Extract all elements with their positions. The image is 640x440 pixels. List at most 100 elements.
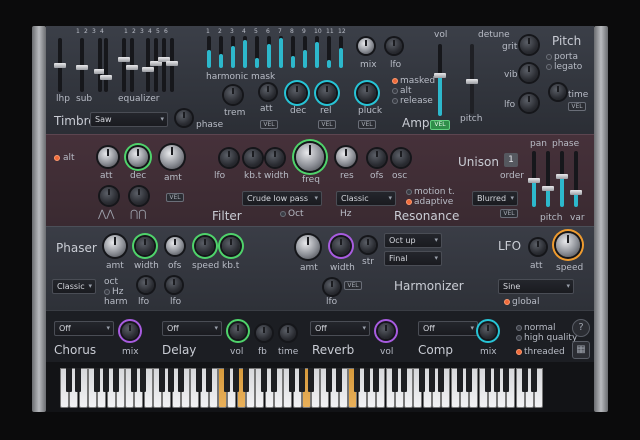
piano-black-key[interactable] bbox=[326, 368, 333, 392]
harmonic-mask-slider[interactable] bbox=[267, 36, 271, 68]
phaser-kbt-knob[interactable] bbox=[222, 237, 240, 255]
settings-icon[interactable]: ▦ bbox=[572, 341, 590, 359]
piano-black-key[interactable] bbox=[372, 368, 379, 392]
piano-black-key[interactable] bbox=[493, 368, 500, 392]
piano-black-key[interactable] bbox=[270, 368, 277, 392]
order-value[interactable]: 1 bbox=[504, 153, 518, 167]
phaser-speed-knob[interactable] bbox=[196, 237, 214, 255]
slider-thumb[interactable] bbox=[76, 65, 88, 70]
phaser-mode-select[interactable]: Classic ▾ bbox=[52, 279, 96, 294]
slider-thumb[interactable] bbox=[166, 61, 178, 66]
piano-black-key[interactable] bbox=[456, 368, 463, 392]
harmonic-mask-slider[interactable] bbox=[231, 36, 235, 68]
filter-ofs-knob[interactable] bbox=[368, 149, 386, 167]
piano-black-key[interactable] bbox=[242, 368, 249, 392]
timbre-band-slider[interactable] bbox=[100, 38, 112, 92]
piano-black-key[interactable] bbox=[465, 368, 472, 392]
motion-toggle[interactable] bbox=[406, 189, 412, 195]
reverb-select[interactable]: Off ▾ bbox=[310, 321, 370, 336]
vol-slider[interactable] bbox=[434, 44, 446, 116]
phaser-lfo-knob-2[interactable] bbox=[166, 277, 182, 293]
pitch-vel-button[interactable]: VEL bbox=[568, 102, 586, 111]
amp-rel-knob[interactable] bbox=[318, 84, 336, 102]
harmonizer-amt-knob[interactable] bbox=[296, 235, 320, 259]
normal-toggle[interactable] bbox=[516, 325, 522, 331]
slider-thumb[interactable] bbox=[142, 67, 154, 72]
phaser-amt-knob[interactable] bbox=[104, 235, 126, 257]
phaser-hz-toggle[interactable] bbox=[104, 289, 110, 295]
freq-knob[interactable] bbox=[296, 143, 324, 171]
pitch-lfo-knob[interactable] bbox=[520, 94, 538, 112]
harmonic-mask-slider[interactable] bbox=[303, 36, 307, 68]
harmonizer-lfo-knob[interactable] bbox=[324, 279, 340, 295]
time-knob[interactable] bbox=[550, 84, 566, 100]
harmonizer-mode-select[interactable]: Final ▾ bbox=[384, 251, 442, 266]
timbre-band-slider[interactable] bbox=[150, 38, 162, 92]
oct-toggle[interactable] bbox=[280, 211, 286, 217]
lfo-att-knob[interactable] bbox=[530, 239, 546, 255]
comp-mix-knob[interactable] bbox=[480, 323, 496, 339]
piano-black-key[interactable] bbox=[131, 368, 138, 392]
piano-black-key[interactable] bbox=[224, 368, 231, 392]
trem-knob[interactable] bbox=[224, 86, 242, 104]
piano-black-key[interactable] bbox=[307, 368, 314, 392]
amp-vel-button[interactable]: VEL bbox=[430, 120, 450, 130]
filter-att-knob[interactable] bbox=[98, 147, 118, 167]
timbre-lfo-knob[interactable] bbox=[386, 38, 402, 54]
harmonizer-interval-select[interactable]: Oct up ▾ bbox=[384, 233, 442, 248]
piano-black-key[interactable] bbox=[66, 368, 72, 392]
piano-black-key[interactable] bbox=[428, 368, 435, 392]
harmonizer-width-knob[interactable] bbox=[332, 237, 350, 255]
harmonic-mask-slider[interactable] bbox=[315, 36, 319, 68]
masked-toggle[interactable] bbox=[392, 78, 398, 84]
piano-black-key[interactable] bbox=[205, 368, 212, 392]
threaded-toggle[interactable] bbox=[516, 349, 522, 355]
harmonic-mask-slider[interactable] bbox=[291, 36, 295, 68]
timbre-wave-select[interactable]: Saw ▾ bbox=[90, 112, 168, 127]
piano-black-key[interactable] bbox=[289, 368, 296, 392]
pitch-meter[interactable] bbox=[466, 44, 478, 114]
harmonic-mask-slider[interactable] bbox=[339, 36, 343, 68]
timbre-band-slider[interactable] bbox=[126, 38, 138, 92]
harmonizer-str-knob[interactable] bbox=[360, 237, 376, 253]
help-icon[interactable]: ? bbox=[572, 319, 590, 337]
piano-black-key[interactable] bbox=[484, 368, 491, 392]
timbre-band-slider[interactable] bbox=[76, 38, 88, 92]
res-knob[interactable] bbox=[336, 147, 356, 167]
amp-att-vel-button[interactable]: VEL bbox=[260, 120, 278, 129]
resonance-select[interactable]: Classic ▾ bbox=[336, 191, 396, 206]
amp-dec-knob[interactable] bbox=[288, 84, 306, 102]
filter-width-knob[interactable] bbox=[266, 149, 284, 167]
lfo-speed-knob[interactable] bbox=[556, 233, 580, 257]
piano-black-key[interactable] bbox=[298, 368, 305, 392]
high-quality-toggle[interactable] bbox=[516, 335, 522, 341]
harmonic-mask-slider[interactable] bbox=[243, 36, 247, 68]
phase-knob[interactable] bbox=[176, 110, 192, 126]
piano-black-key[interactable] bbox=[438, 368, 444, 392]
slider-thumb[interactable] bbox=[100, 75, 112, 80]
unison-pitch-slider[interactable] bbox=[542, 151, 554, 207]
var-slider[interactable] bbox=[570, 151, 582, 207]
piano-black-key[interactable] bbox=[159, 368, 165, 392]
slider-thumb[interactable] bbox=[54, 63, 66, 68]
filter-type-select[interactable]: Crude low pass ▾ bbox=[242, 191, 322, 206]
piano-black-key[interactable] bbox=[521, 368, 528, 392]
piano-black-key[interactable] bbox=[363, 368, 370, 392]
harmonic-mask-slider[interactable] bbox=[279, 36, 283, 68]
filter-amt-knob[interactable] bbox=[160, 145, 184, 169]
piano-black-key[interactable] bbox=[112, 368, 119, 392]
delay-time-knob[interactable] bbox=[280, 325, 296, 341]
harmonic-mask-slider[interactable] bbox=[219, 36, 223, 68]
pluck-vel-button[interactable]: VEL bbox=[358, 120, 376, 129]
lfo-shape-select[interactable]: Sine ▾ bbox=[498, 279, 574, 294]
grit-knob[interactable] bbox=[520, 36, 538, 54]
adaptive-toggle[interactable] bbox=[406, 199, 412, 205]
pan-slider[interactable] bbox=[528, 151, 540, 207]
comp-select[interactable]: Off ▾ bbox=[418, 321, 478, 336]
global-toggle[interactable] bbox=[504, 299, 510, 305]
piano-black-key[interactable] bbox=[419, 368, 426, 392]
reverb-vol-knob[interactable] bbox=[378, 323, 394, 339]
delay-vol-knob[interactable] bbox=[230, 323, 246, 339]
piano-black-key[interactable] bbox=[400, 368, 407, 392]
unison-vel-button[interactable]: VEL bbox=[500, 209, 518, 218]
